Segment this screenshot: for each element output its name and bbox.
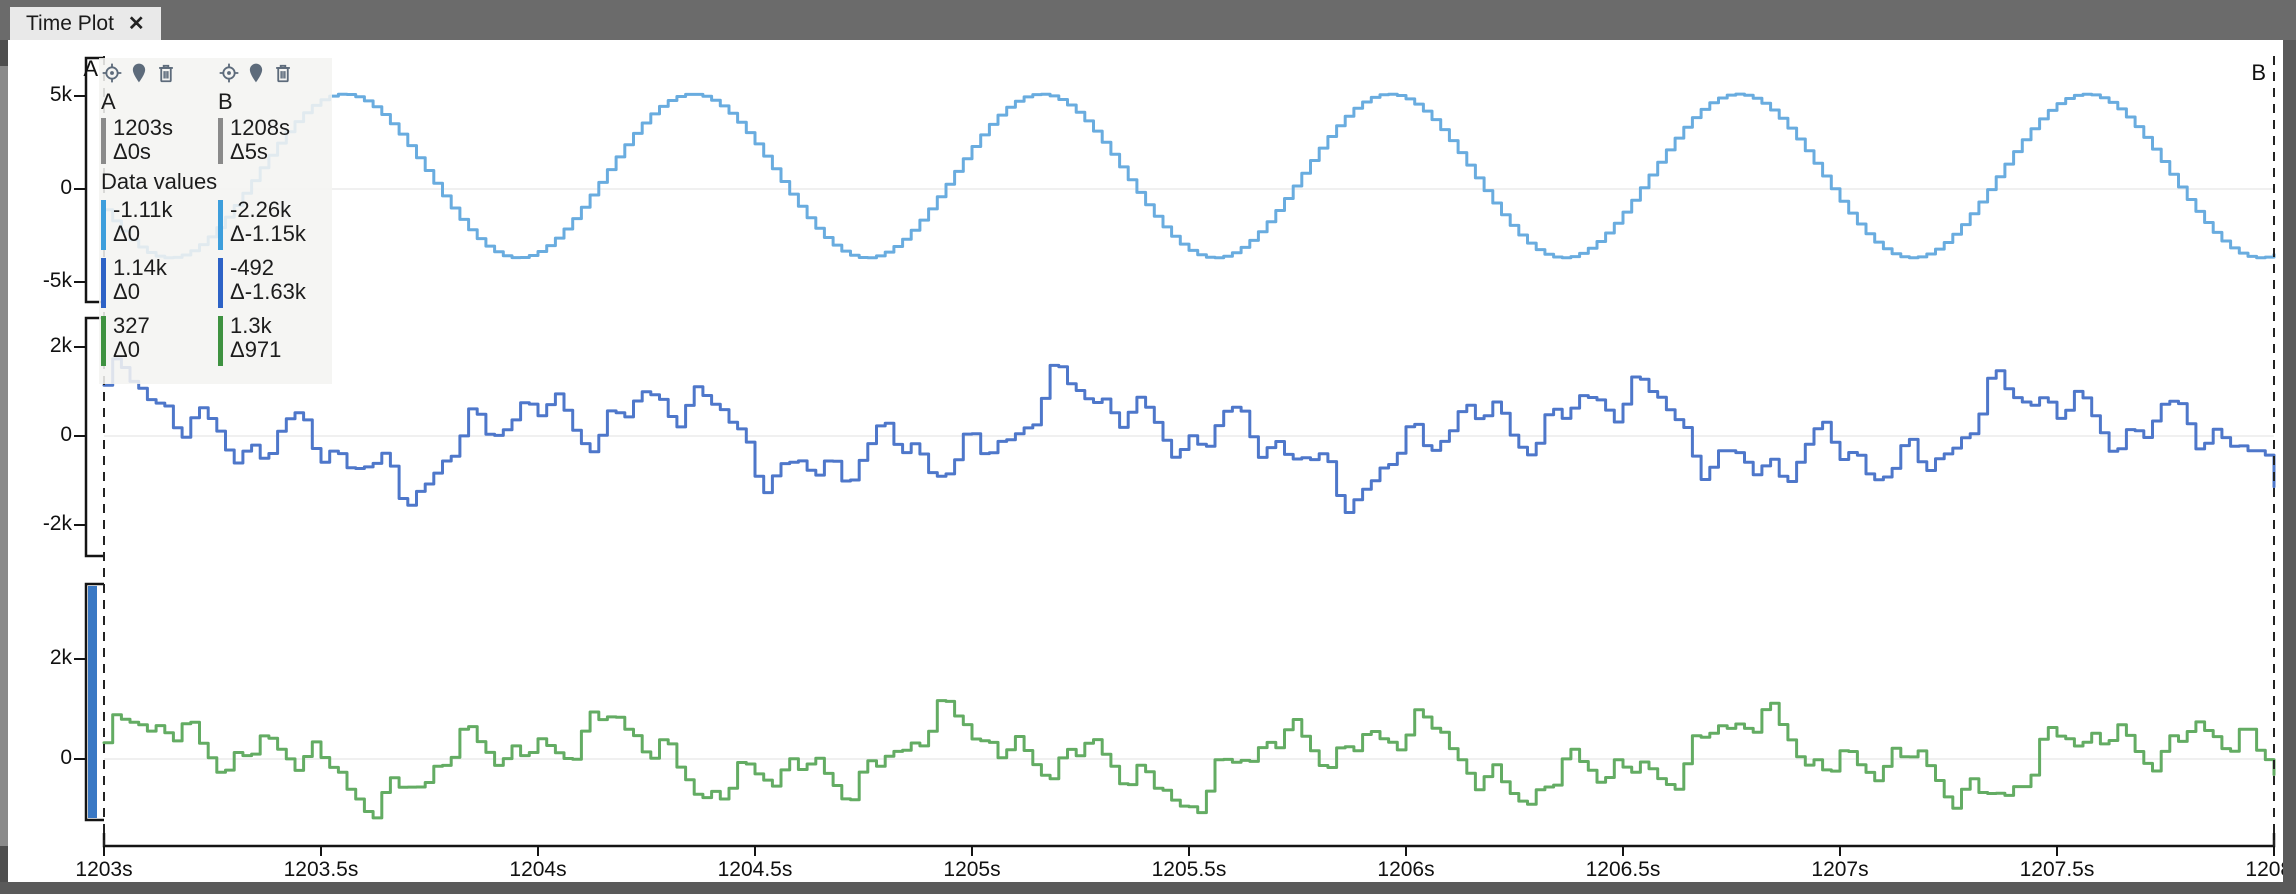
x-axis: [104, 833, 2274, 846]
right-frame: [2283, 40, 2296, 894]
time-swatch-a: [101, 118, 106, 164]
series2-swatch: [218, 258, 223, 308]
pin-icon[interactable]: [128, 62, 150, 84]
time-swatch-b: [218, 118, 223, 164]
locate-icon[interactable]: [218, 62, 240, 84]
series1-a-value: -1.11k: [113, 198, 173, 222]
plot-canvas[interactable]: [0, 0, 2296, 894]
tab-title: Time Plot: [26, 12, 114, 36]
series3-a-value: 327: [113, 314, 150, 338]
locate-icon[interactable]: [101, 62, 123, 84]
tab-time-plot[interactable]: Time Plot ✕: [10, 7, 161, 40]
tab-bar: [0, 0, 2296, 40]
series2-a-delta: Δ0: [113, 280, 140, 304]
series-plot-top: [104, 94, 2274, 258]
close-icon[interactable]: ✕: [128, 14, 145, 34]
trash-icon[interactable]: [155, 62, 177, 84]
cursor-readout-panel: A B 1203s Δ0s 1208s Δ5s Data values -1.1…: [99, 58, 332, 384]
cursor-b-delta-time: Δ5s: [230, 140, 268, 164]
cursor-a-tools: [101, 62, 177, 84]
left-frame-top: [0, 40, 8, 66]
series2-b-value: -492: [230, 256, 274, 280]
series2-b-delta: Δ-1.63k: [230, 280, 306, 304]
axis-selection-bar: [88, 586, 97, 818]
series3-swatch: [101, 316, 106, 366]
series1-b-delta: Δ-1.15k: [230, 222, 306, 246]
trash-icon[interactable]: [272, 62, 294, 84]
series2-a-value: 1.14k: [113, 256, 167, 280]
series1-swatch: [101, 200, 106, 250]
cursor-b-tools: [218, 62, 294, 84]
series3-b-value: 1.3k: [230, 314, 272, 338]
cursor-b-name: B: [218, 90, 233, 114]
series1-a-delta: Δ0: [113, 222, 140, 246]
left-splitter[interactable]: [0, 40, 8, 894]
cursor-a-name: A: [101, 90, 116, 114]
series2-swatch: [101, 258, 106, 308]
data-values-heading: Data values: [101, 170, 217, 194]
cursor-a-delta-time: Δ0s: [113, 140, 151, 164]
series1-b-value: -2.26k: [230, 198, 291, 222]
pin-icon[interactable]: [245, 62, 267, 84]
cursor-a-time: 1203s: [113, 116, 173, 140]
series3-swatch: [218, 316, 223, 366]
series3-b-delta: Δ971: [230, 338, 281, 362]
series1-swatch: [218, 200, 223, 250]
cursor-b-time: 1208s: [230, 116, 290, 140]
series3-a-delta: Δ0: [113, 338, 140, 362]
app-window: A B 5k0-5k2k0-2k2k01203s1203.5s1204s1204…: [0, 0, 2296, 894]
bottom-frame: [0, 882, 2296, 894]
